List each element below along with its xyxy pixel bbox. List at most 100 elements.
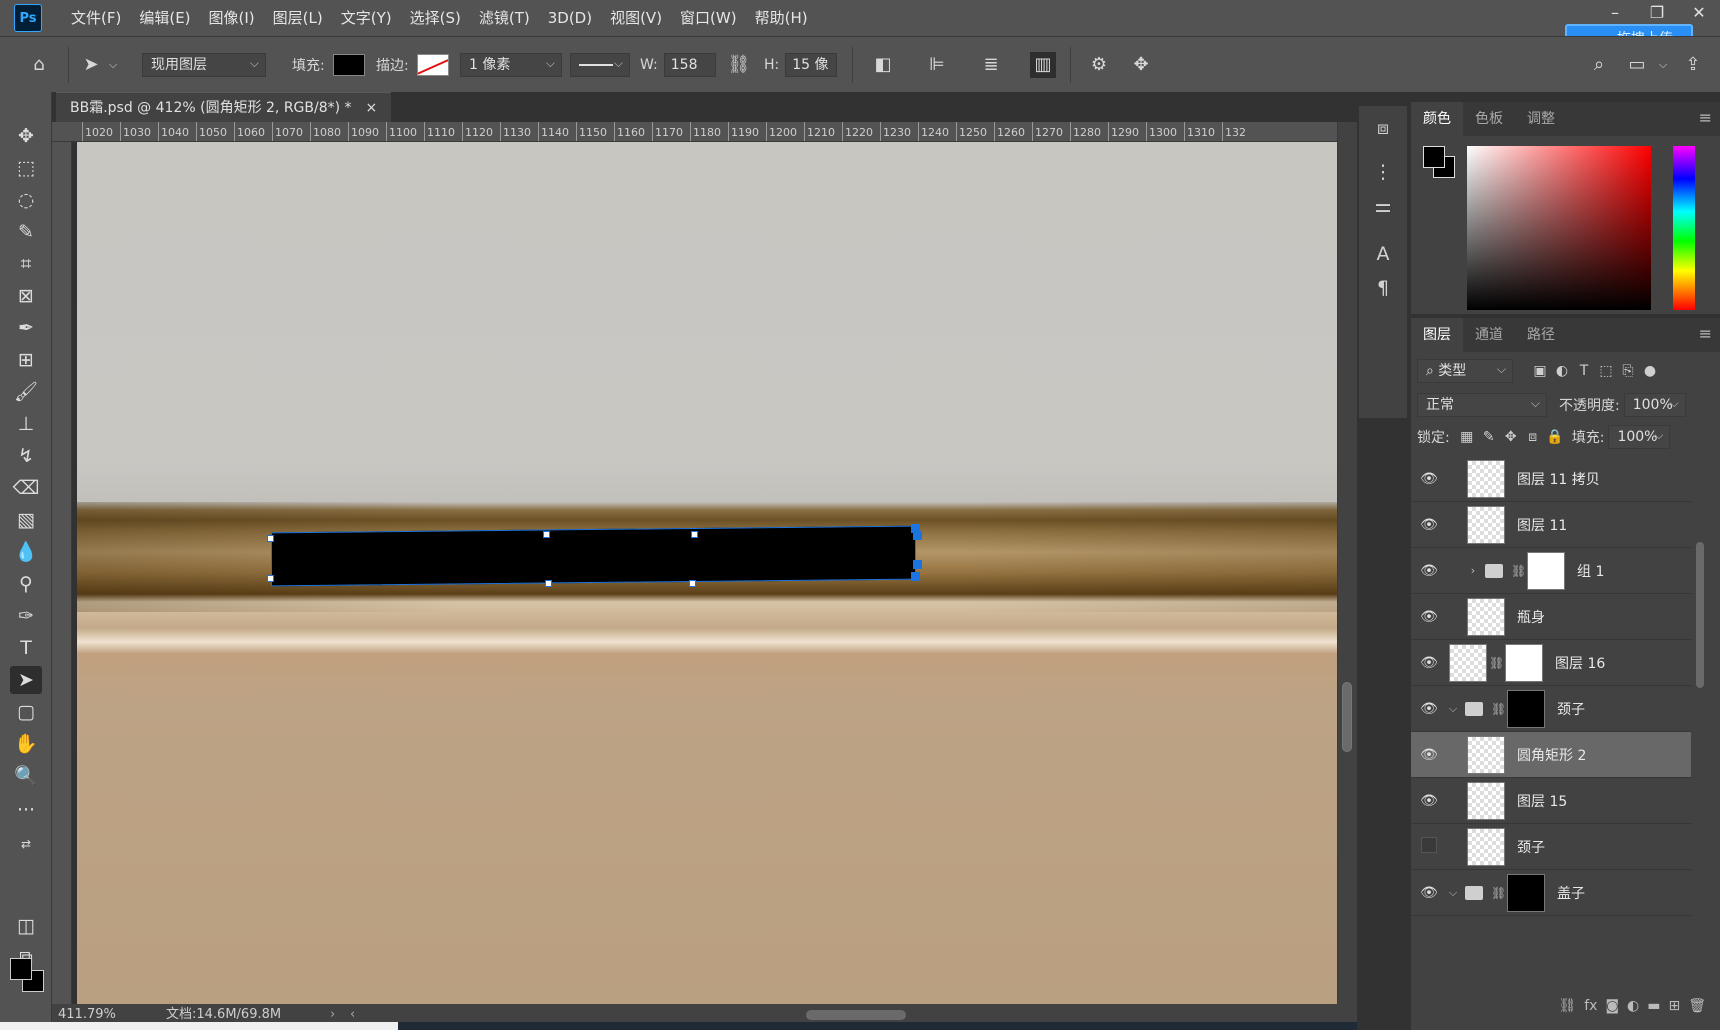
visibility-eye-icon[interactable]: 👁	[1411, 793, 1447, 809]
layer-name[interactable]: 盖子	[1557, 883, 1585, 903]
stroke-swatch[interactable]	[416, 54, 449, 76]
path-anchor[interactable]	[689, 580, 696, 587]
gradient-tool-icon[interactable]: ▧	[10, 506, 42, 534]
crop-tool-icon[interactable]: ⌗	[10, 250, 42, 278]
layer-row-selected[interactable]: 👁 圆角矩形 2	[1411, 732, 1691, 778]
layer-row[interactable]: 👁 瓶身	[1411, 594, 1691, 640]
link-layers-icon[interactable]: ⛓	[1558, 998, 1576, 1014]
tab-swatches[interactable]: 色板	[1463, 102, 1515, 136]
visibility-eye-icon[interactable]: 👁	[1411, 701, 1447, 717]
stroke-width-dropdown[interactable]: 1 像素	[460, 52, 562, 77]
brush-settings-icon[interactable]: ⋮	[1367, 156, 1399, 188]
menu-layer[interactable]: 图层(L)	[264, 0, 332, 36]
zoom-tool-icon[interactable]: 🔍	[10, 762, 42, 790]
lock-transparency-icon[interactable]: ▦	[1456, 429, 1478, 445]
height-field[interactable]: 15 像素	[785, 53, 838, 77]
lasso-tool-icon[interactable]: ◌	[10, 186, 42, 214]
stamp-tool-icon[interactable]: ⊥	[10, 410, 42, 438]
type-tool-icon[interactable]: T	[10, 634, 42, 662]
blur-tool-icon[interactable]: 💧	[10, 538, 42, 566]
rectangle-tool-icon[interactable]: ▢	[10, 698, 42, 726]
character-icon[interactable]: A	[1367, 238, 1399, 270]
document-tab[interactable]: BB霜.psd @ 412% (圆角矩形 2, RGB/8*) * ×	[56, 92, 392, 122]
eraser-tool-icon[interactable]: ⌫	[10, 474, 42, 502]
foreground-color[interactable]	[10, 958, 32, 980]
pen-tool-icon[interactable]: ✑	[10, 602, 42, 630]
visibility-eye-icon[interactable]: 👁	[1411, 655, 1447, 671]
lock-all-icon[interactable]: 🔒	[1544, 429, 1566, 445]
layer-name[interactable]: 圆角矩形 2	[1517, 745, 1586, 765]
rounded-rectangle-shape[interactable]	[271, 525, 916, 587]
workspace-icon[interactable]: ▭	[1624, 52, 1650, 78]
path-anchor-selected[interactable]	[913, 560, 922, 569]
menu-edit[interactable]: 编辑(E)	[130, 0, 199, 36]
hue-slider[interactable]	[1673, 146, 1695, 310]
layers-scrollbar[interactable]	[1693, 456, 1707, 926]
fill-swatch[interactable]	[332, 54, 365, 76]
visibility-eye-icon[interactable]: 👁	[1411, 885, 1447, 901]
lock-artboard-icon[interactable]: ⧈	[1522, 429, 1544, 445]
tab-paths[interactable]: 路径	[1515, 318, 1567, 352]
chevron-down-icon[interactable]: ⌵	[1447, 702, 1459, 716]
new-group-icon[interactable]: ▬	[1647, 998, 1660, 1014]
gear-icon[interactable]: ⚙	[1086, 52, 1112, 78]
properties-icon[interactable]: ⚌	[1367, 190, 1399, 222]
tab-channels[interactable]: 通道	[1463, 318, 1515, 352]
menu-window[interactable]: 窗口(W)	[671, 0, 746, 36]
path-anchor[interactable]	[543, 531, 550, 538]
add-mask-icon[interactable]: ◙	[1605, 998, 1619, 1014]
path-anchor[interactable]	[545, 580, 552, 587]
align-edges-icon[interactable]: ▥	[1030, 52, 1056, 78]
layer-name[interactable]: 组 1	[1577, 561, 1604, 581]
delete-layer-icon[interactable]: 🗑	[1688, 998, 1706, 1014]
path-operations-icon[interactable]: ◧	[870, 52, 896, 78]
frame-tool-icon[interactable]: ⊠	[10, 282, 42, 310]
layer-name[interactable]: 图层 11	[1517, 515, 1567, 535]
path-anchor[interactable]	[691, 531, 698, 538]
scroll-thumb[interactable]	[1696, 542, 1704, 688]
visibility-off-icon[interactable]	[1411, 837, 1447, 857]
menu-image[interactable]: 图像(I)	[200, 0, 264, 36]
layer-row[interactable]: 👁 图层 11 拷贝	[1411, 456, 1691, 502]
layer-name[interactable]: 颈子	[1517, 837, 1545, 857]
3d-icon[interactable]: ⧈	[1367, 112, 1399, 144]
path-anchor-selected[interactable]	[911, 572, 920, 581]
search-icon[interactable]: ⌕	[1586, 52, 1612, 78]
menu-help[interactable]: 帮助(H)	[746, 0, 817, 36]
filter-pixel-icon[interactable]: ▣	[1529, 363, 1551, 379]
more-tools-icon[interactable]: ···	[10, 796, 42, 824]
scroll-thumb[interactable]	[1342, 682, 1352, 752]
menu-file[interactable]: 文件(F)	[62, 0, 130, 36]
layer-row[interactable]: 👁 ⛓ 图层 16	[1411, 640, 1691, 686]
layer-row[interactable]: 👁 图层 15	[1411, 778, 1691, 824]
panel-foreground-color[interactable]	[1423, 146, 1445, 168]
filter-smart-object-icon[interactable]: ⎘	[1617, 363, 1639, 379]
visibility-eye-icon[interactable]: 👁	[1411, 609, 1447, 625]
layer-name[interactable]: 颈子	[1557, 699, 1585, 719]
filter-adjustment-icon[interactable]: ◐	[1551, 363, 1573, 379]
link-icon[interactable]: ⛓	[726, 52, 752, 78]
visibility-eye-icon[interactable]: 👁	[1411, 747, 1447, 763]
canvas-vertical-scrollbar[interactable]	[1337, 122, 1357, 1004]
tab-layers[interactable]: 图层	[1411, 318, 1463, 352]
layer-row[interactable]: 👁 图层 11	[1411, 502, 1691, 548]
visibility-eye-icon[interactable]: 👁	[1411, 471, 1447, 487]
filter-type-icon[interactable]: T	[1573, 363, 1595, 379]
menu-select[interactable]: 选择(S)	[401, 0, 470, 36]
share-icon[interactable]: ⇪	[1680, 52, 1706, 78]
quick-mask-icon[interactable]: ◫	[10, 912, 42, 940]
history-brush-tool-icon[interactable]: ↯	[10, 442, 42, 470]
chevron-right-icon[interactable]: ›	[1467, 564, 1479, 577]
dodge-tool-icon[interactable]: ⚲	[10, 570, 42, 598]
horizontal-scroll-thumb[interactable]	[806, 1010, 906, 1020]
menu-view[interactable]: 视图(V)	[601, 0, 671, 36]
layer-row[interactable]: 👁 › ⛓ 组 1	[1411, 548, 1691, 594]
eyedropper-tool-icon[interactable]: ✒	[10, 314, 42, 342]
filter-shape-icon[interactable]: ⬚	[1595, 363, 1617, 379]
home-icon[interactable]: ⌂	[26, 52, 52, 78]
layer-row[interactable]: 👁 ⌵ ⛓ 颈子	[1411, 686, 1691, 732]
layer-name[interactable]: 图层 16	[1555, 653, 1605, 673]
path-anchor[interactable]	[267, 575, 274, 582]
layer-filter-dropdown[interactable]: ⌕ 类型	[1417, 358, 1513, 383]
chevron-down-icon[interactable]: ⌵	[1447, 886, 1459, 900]
